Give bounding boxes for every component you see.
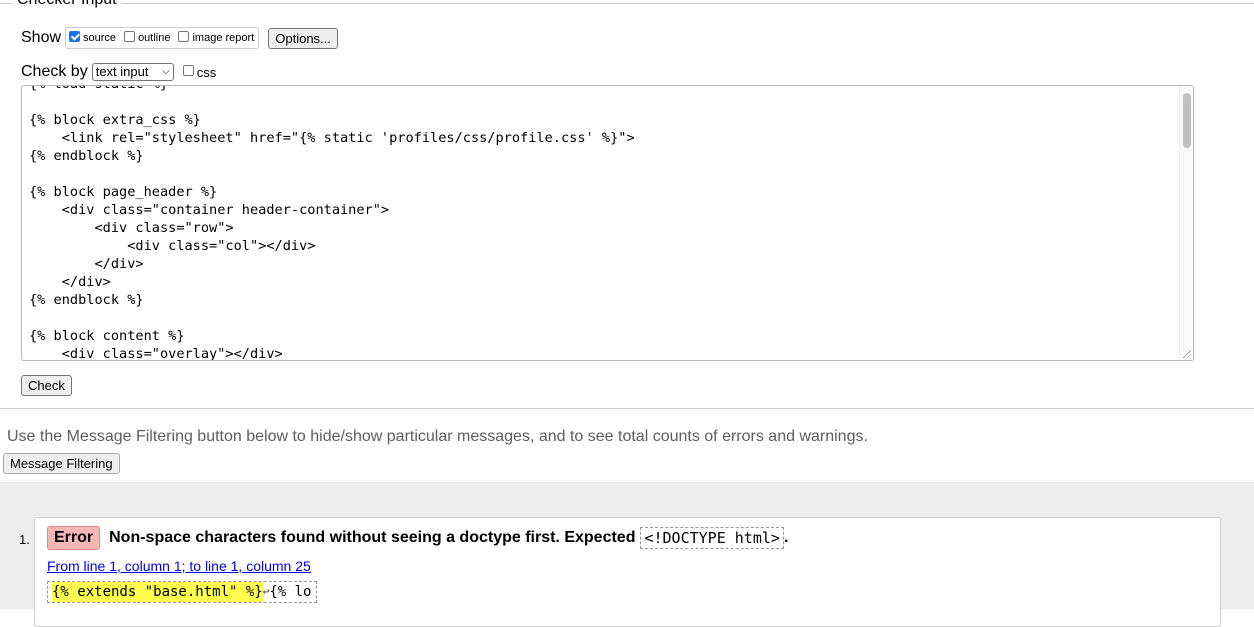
css-option[interactable]: css — [182, 64, 217, 80]
show-image-report-option[interactable]: image report — [178, 30, 255, 44]
image-report-label: image report — [192, 32, 255, 44]
show-options-group: source outline image report — [65, 27, 260, 49]
source-checkbox[interactable] — [69, 30, 81, 42]
check-button[interactable]: Check — [21, 375, 72, 396]
error-message: Error Non-space characters found without… — [34, 517, 1221, 627]
source-textarea[interactable]: {% load static %} {% block extra_css %} … — [21, 85, 1194, 361]
message-filtering-button[interactable]: Message Filtering — [3, 453, 120, 474]
outline-checkbox[interactable] — [124, 30, 136, 42]
scrollbar-thumb[interactable] — [1183, 93, 1191, 148]
message-text: Non-space characters found without seein… — [109, 529, 636, 546]
show-source-option[interactable]: source — [69, 30, 117, 44]
fieldset-legend: Checker Input — [13, 0, 121, 9]
location-link[interactable]: From line 1, column 1; to line 1, column… — [47, 558, 311, 574]
options-button[interactable]: Options... — [268, 27, 338, 49]
message-header: Error Non-space characters found without… — [47, 526, 788, 550]
error-badge: Error — [47, 526, 101, 550]
source-extract: {% extends "base.html" %} ↩ {% lo — [47, 581, 317, 603]
image-report-checkbox[interactable] — [178, 30, 190, 42]
filter-info-text: Use the Message Filtering button below t… — [7, 428, 868, 445]
message-number: 1. — [19, 532, 30, 547]
linefeed-icon: ↩ — [262, 585, 270, 598]
show-label: Show — [21, 29, 62, 46]
extract-highlight: {% extends "base.html" %} — [52, 582, 263, 602]
message-period: . — [783, 529, 789, 546]
source-label: source — [83, 32, 117, 44]
show-options-row: Show source outline image report Options… — [21, 27, 338, 49]
extract-rest: {% lo — [269, 584, 312, 600]
textarea-scrollbar[interactable] — [1179, 86, 1193, 360]
results-panel: 1. Error Non-space characters found with… — [0, 482, 1254, 627]
check-by-value: text input — [95, 64, 149, 79]
show-outline-option[interactable]: outline — [124, 30, 171, 44]
css-label: css — [196, 64, 217, 80]
check-by-label: Check by — [21, 63, 88, 80]
message-code: <!DOCTYPE html> — [640, 527, 784, 549]
check-by-row: Check by text input ⌵ css — [21, 61, 216, 83]
source-code: {% load static %} {% block extra_css %} … — [29, 86, 635, 361]
chevron-down-icon: ⌵ — [162, 66, 170, 77]
outline-label: outline — [138, 32, 171, 44]
css-checkbox[interactable] — [182, 64, 194, 76]
resize-handle-icon[interactable] — [1183, 350, 1191, 358]
check-by-select[interactable]: text input ⌵ — [91, 63, 174, 81]
